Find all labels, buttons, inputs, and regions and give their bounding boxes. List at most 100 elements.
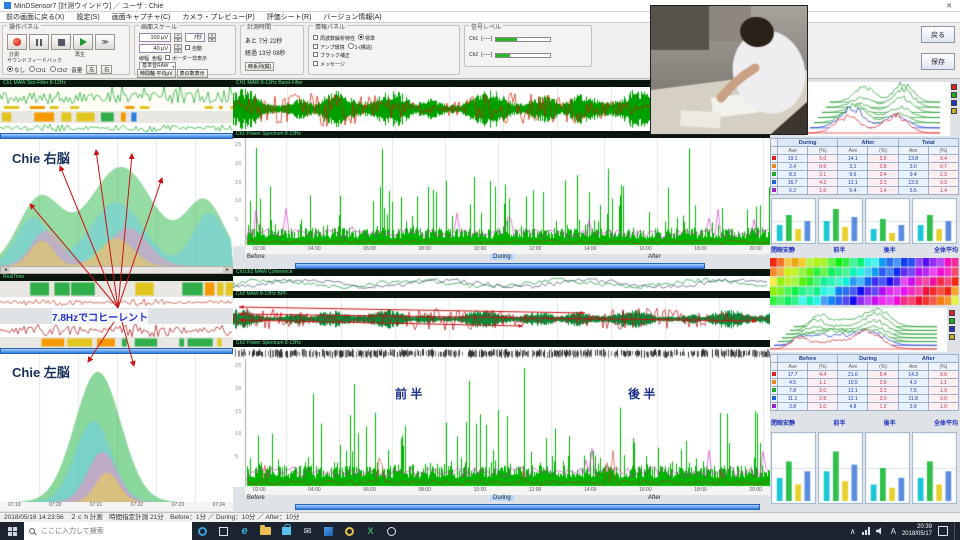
axis-tick: 10:00 (473, 246, 487, 252)
message-checkbox[interactable]: メッセージ (313, 61, 345, 68)
legend-checkbox[interactable] (951, 84, 957, 90)
radio-none[interactable]: なし (7, 65, 25, 74)
legend-checkbox[interactable] (951, 108, 957, 114)
axis-tick: 18:00 (694, 487, 707, 493)
heatmap-canvas (770, 258, 959, 306)
legend-checkbox[interactable] (949, 326, 955, 332)
show-desktop-button[interactable] (954, 522, 958, 540)
excel-icon[interactable]: X (360, 522, 381, 540)
notification-center-icon[interactable] (938, 526, 948, 536)
radio-ch2[interactable]: Ch2 (50, 65, 67, 74)
legend-checkbox[interactable] (949, 318, 955, 324)
amp-env-checkbox[interactable]: アンプ環境 (313, 43, 345, 51)
webcam-video (651, 6, 807, 134)
realtime-header: RealTime (0, 274, 233, 281)
volume-right-button[interactable]: 右 (101, 65, 113, 74)
radio-icon (347, 43, 354, 49)
axis-tick: 14:00 (583, 487, 597, 493)
radio-ch1[interactable]: Ch1 (29, 65, 46, 74)
axis-tick: 02:00 (253, 246, 266, 252)
coherence-annotation: 7.8Hzでコヒーレント (52, 309, 149, 324)
stop-icon (57, 38, 65, 46)
start-button[interactable] (0, 522, 24, 540)
record-button[interactable] (7, 34, 27, 50)
back-button[interactable]: 戻る (921, 26, 955, 43)
close-icon[interactable]: ✕ (942, 2, 956, 10)
legend-checkbox[interactable] (951, 100, 957, 106)
menu-item-eval-sheet[interactable]: 評価シート(R) (267, 12, 312, 22)
pause-button[interactable] (29, 34, 49, 50)
store-icon[interactable] (276, 522, 297, 540)
region-label-during: During (490, 254, 514, 260)
during-range-bar[interactable] (295, 504, 760, 510)
menu-item-back[interactable]: 前の画面に戻る(X) (6, 12, 64, 22)
taskbar-search[interactable] (24, 522, 192, 540)
save-button[interactable]: 保存 (921, 53, 955, 70)
menu-item-camera-preview[interactable]: カメラ・プレビュー(P) (182, 12, 254, 22)
sensitivity-1-spinner[interactable]: ▲ ▼ (174, 33, 182, 42)
cortana-icon[interactable] (192, 522, 213, 540)
time-scale-field[interactable]: 7秒 (185, 33, 205, 42)
status-text: 2018/05/16 14:23:56 ２ｃｈ計測 時間指定計測 21分 Bef… (4, 514, 300, 521)
photos-icon[interactable] (318, 522, 339, 540)
search-input[interactable] (39, 526, 187, 536)
browser-icon[interactable] (339, 522, 360, 540)
freq-analysis-checkbox[interactable]: 周波数解析特性 (313, 34, 355, 42)
stop-button[interactable] (51, 34, 71, 50)
tray-chevron-icon[interactable]: ∧ (850, 527, 856, 536)
settings-icon[interactable] (381, 522, 402, 540)
taskbar-clock[interactable]: 20:39 2018/05/17 (902, 524, 932, 538)
region-label-after: After (648, 495, 661, 501)
legend-checkbox[interactable] (951, 92, 957, 98)
sensitivity-2-field[interactable]: 40 μV (139, 44, 171, 53)
axis-tick: 14:00 (583, 246, 597, 252)
black-correction-checkbox[interactable]: ブラック補正 (313, 52, 350, 59)
chart-label-total-avg: 全体平均 (933, 248, 958, 254)
ch1-level-meter (495, 36, 552, 42)
scroll-right-icon[interactable]: ► (223, 267, 232, 273)
horizontal-scrollbar[interactable]: ◄ ► (0, 266, 233, 274)
ime-indicator[interactable]: A (891, 527, 896, 536)
explorer-icon[interactable] (255, 522, 276, 540)
webcam-window[interactable] (650, 5, 808, 135)
menu-item-version[interactable]: バージョン情報(A) (323, 12, 381, 22)
legend-checkbox[interactable] (949, 310, 955, 316)
axis-tick: 10:00 (473, 487, 487, 493)
auto-checkbox[interactable]: 自動 (185, 45, 202, 52)
region-label-before: Before (247, 495, 265, 501)
chart-label-rest: 閉眼安静 (771, 248, 796, 254)
scroll-left-icon[interactable]: ◄ (1, 267, 10, 273)
standard-option[interactable]: 標準 (358, 34, 375, 42)
chart-label-rest: 閉眼安静 (771, 421, 796, 427)
spectrum1-time-axis: 02:00 04:00 06:00 08:00 10:00 12:00 14:00 16:00… (245, 246, 770, 254)
sensitivity-1-field[interactable]: 100 μV (139, 33, 171, 42)
structure-option[interactable]: 1-(構造) (347, 43, 372, 51)
edge-icon[interactable]: e (234, 522, 255, 540)
thin-wave-canvas (0, 123, 233, 133)
segment-strip-canvas (0, 337, 233, 348)
time-axis-avg-button[interactable]: 時間軸 平均μV (137, 69, 176, 78)
volume-left-button[interactable]: 左 (86, 65, 98, 74)
screen-scale-panel: 画面スケール 100 μV ▲ ▼ 7秒 ▲ ▼ 40 μV ▲ ▼ 自動 線幅 色幅… (134, 25, 236, 78)
menu-item-capture[interactable]: 画面キャプチャ(C) (112, 12, 171, 22)
density-strip-canvas (233, 347, 770, 359)
time-scale-spinner[interactable]: ▲ ▼ (208, 33, 216, 42)
menu-item-settings[interactable]: 設定(S) (76, 12, 99, 22)
time-series-button[interactable]: 時系列(縦) (245, 62, 275, 71)
mail-icon[interactable]: ✉ (297, 522, 318, 540)
ffwd-button[interactable]: ≫ (95, 34, 115, 50)
play-button[interactable] (73, 34, 93, 50)
coherence-header: Ch1ch2 MAW Coherence (233, 269, 770, 276)
title-bar: MinDSensor7 [計測ウインドウ] ／ ユーザ : Chie ✕ (0, 0, 960, 12)
task-view-icon[interactable] (213, 522, 234, 540)
sensitivity-2-spinner[interactable]: ▲ ▼ (174, 44, 182, 53)
ch2-power-spectrum-canvas (233, 359, 770, 487)
border-hide-checkbox[interactable]: ボーダー非表示 (165, 55, 207, 62)
waterfall-legend (949, 310, 955, 340)
line-width-label: 線幅 (139, 56, 150, 62)
table-display-button[interactable]: 表の数表示 (176, 69, 208, 78)
speaker-icon[interactable] (875, 527, 882, 535)
network-icon[interactable] (861, 527, 870, 535)
legend-checkbox[interactable] (949, 334, 955, 340)
axis-tick: 07:19 (8, 502, 21, 508)
